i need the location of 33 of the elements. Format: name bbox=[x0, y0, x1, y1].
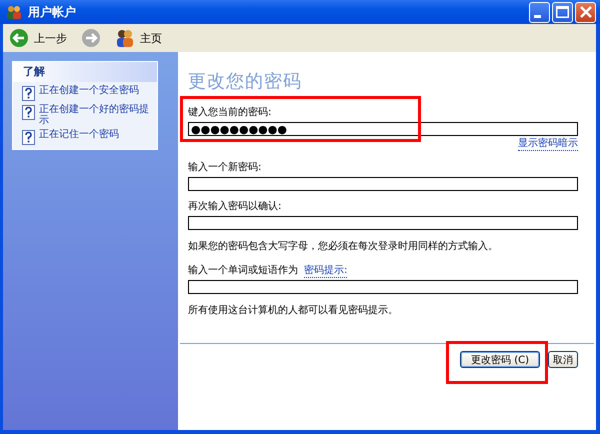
field-label: 再次输入密码以确认: bbox=[188, 200, 282, 214]
minimize-button[interactable] bbox=[529, 2, 550, 22]
page-title: 更改您的密码 bbox=[188, 70, 303, 94]
back-button[interactable]: 上一步 bbox=[34, 30, 67, 46]
help-link[interactable]: 正在记住一个密码 bbox=[39, 129, 119, 140]
info-text: 所有使用这台计算机的人都可以看见密码提示。 bbox=[188, 304, 399, 318]
password-field[interactable]: ●●●●●●●●●● bbox=[188, 122, 578, 136]
panel-title: 了解 bbox=[13, 62, 157, 82]
help-icon bbox=[22, 130, 35, 145]
change-password-button[interactable]: 更改密码 (C) bbox=[460, 351, 540, 368]
users-icon bbox=[6, 4, 22, 20]
info-text: 如果您的密码包含大写字母，您必须在每次登录时用同样的方式输入。 bbox=[188, 240, 499, 254]
maximize-icon bbox=[556, 6, 569, 18]
maximize-button[interactable] bbox=[552, 2, 573, 22]
close-icon bbox=[580, 6, 592, 18]
cancel-button[interactable]: 取消 bbox=[548, 351, 578, 368]
help-icon bbox=[22, 105, 35, 120]
help-link[interactable]: 正在创建一个安全密码 bbox=[39, 85, 139, 96]
help-icon bbox=[22, 86, 35, 101]
input-field[interactable] bbox=[188, 280, 578, 294]
field-label: 输入一个单词或短语作为 bbox=[188, 264, 298, 278]
users-icon bbox=[115, 28, 135, 48]
hint-link[interactable]: 显示密码暗示 bbox=[518, 137, 578, 151]
home-button[interactable]: 主页 bbox=[140, 30, 162, 46]
close-button[interactable] bbox=[575, 2, 596, 22]
input-field[interactable] bbox=[188, 177, 578, 191]
minimize-icon bbox=[534, 14, 541, 18]
input-field[interactable] bbox=[188, 216, 578, 230]
help-link[interactable]: 正在创建一个好的密码提示 bbox=[39, 104, 153, 126]
hint-link[interactable]: 密码提示: bbox=[304, 264, 348, 278]
window-title: 用户帐户 bbox=[28, 4, 77, 20]
field-label: 输入一个新密码: bbox=[188, 161, 262, 175]
field-label: 键入您当前的密码: bbox=[188, 106, 272, 120]
